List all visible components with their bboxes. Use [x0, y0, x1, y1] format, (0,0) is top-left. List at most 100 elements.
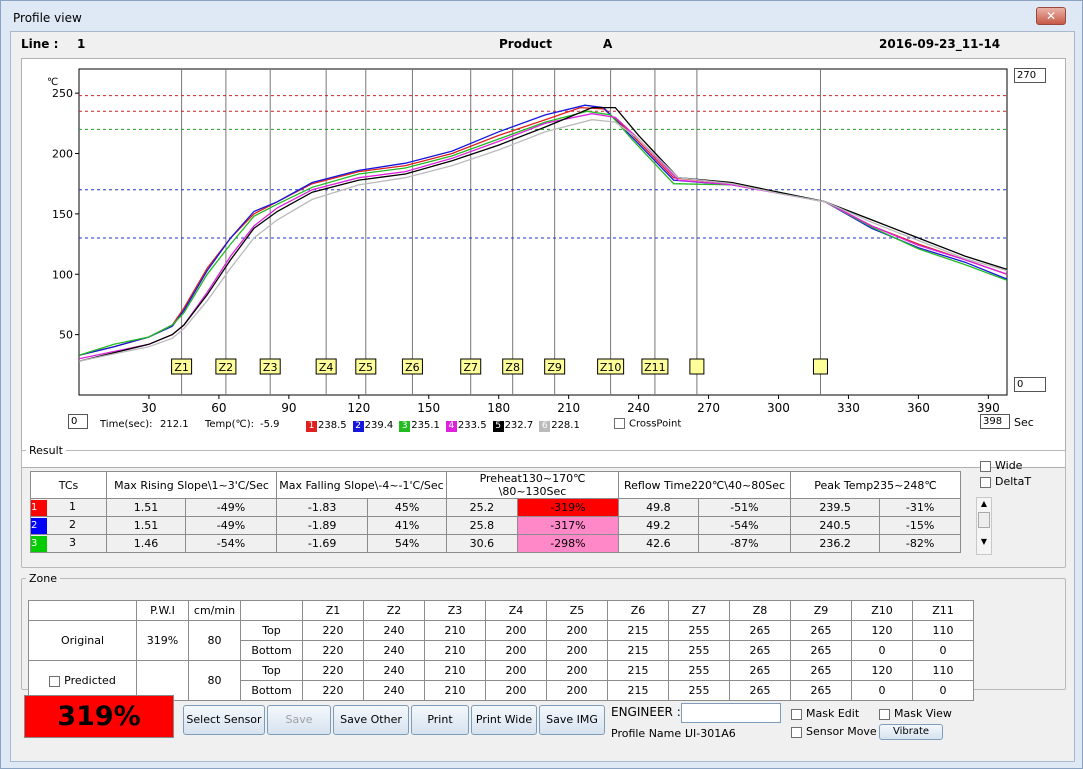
zone-temp-cell[interactable]: 265 — [790, 620, 852, 641]
zone-temp-cell[interactable]: 265 — [729, 640, 791, 661]
save-other-button[interactable]: Save Other — [333, 705, 409, 735]
zone-temp-cell[interactable]: 0 — [851, 640, 913, 661]
zone-temp-cell[interactable]: 220 — [302, 640, 364, 661]
zone-temp-cell[interactable]: 200 — [485, 660, 547, 681]
line-label: Line : — [21, 37, 59, 51]
deltat-toggle[interactable]: DeltaT — [980, 475, 1031, 488]
zone-temp-cell[interactable]: 240 — [363, 660, 425, 681]
profile-chart[interactable]: Z1 Z2 Z3 Z4 Z5 Z6 Z7 Z8 Z9 Z10 Z1130 60 90 120 150 180 2… — [22, 59, 1065, 467]
mask-view-toggle[interactable]: Mask View — [879, 707, 952, 720]
zone-temp-cell[interactable]: 265 — [729, 680, 791, 701]
vibrate-button[interactable]: Vibrate — [879, 724, 943, 740]
scroll-thumb[interactable] — [978, 512, 990, 528]
title-bar: Profile view ✕ — [1, 1, 1082, 31]
mask-view-checkbox[interactable] — [879, 708, 890, 720]
zone-temp-cell[interactable]: 200 — [546, 620, 608, 641]
deltat-checkbox[interactable] — [980, 476, 991, 488]
wide-checkbox[interactable] — [980, 460, 991, 472]
zone-marker-label: Z8 — [505, 361, 520, 374]
zone-temp-cell[interactable]: 265 — [729, 660, 791, 681]
original-speed[interactable]: 80 — [188, 620, 241, 661]
x-max-box[interactable]: 398 — [980, 414, 1010, 429]
y-tick-label: 50 — [59, 329, 73, 342]
profile-chart-panel[interactable]: Z1 Z2 Z3 Z4 Z5 Z6 Z7 Z8 Z9 Z10 Z11 30 60 90 120 150 180 2… — [21, 58, 1066, 468]
zone-temp-cell[interactable]: 210 — [424, 680, 486, 701]
save-img-button[interactable]: Save IMG — [539, 705, 605, 735]
zone-temp-cell[interactable]: 255 — [668, 660, 730, 681]
tc-number: 2 — [69, 517, 76, 531]
zone-temp-cell[interactable]: 265 — [729, 620, 791, 641]
zone-temp-cell[interactable]: 0 — [912, 680, 974, 701]
result-row[interactable]: 1 1 1.51 -49% -1.83 45% 25.2 -319% 49.8 -51% 239.5… — [30, 498, 961, 517]
zone-temp-cell[interactable]: 200 — [485, 680, 547, 701]
result-row[interactable]: 3 3 1.46 -54% -1.69 54% 30.6 -298% 42.6 -87% 236.2… — [30, 534, 961, 553]
result-cell: -82% — [879, 534, 961, 553]
zone-temp-cell[interactable]: 255 — [668, 640, 730, 661]
zone-temp-cell[interactable]: 210 — [424, 620, 486, 641]
tc-legend-swatch: 5 — [492, 421, 504, 432]
zone-temp-cell[interactable]: 265 — [790, 680, 852, 701]
result-cell: -49% — [184, 516, 278, 535]
print-wide-button[interactable]: Print Wide — [471, 705, 537, 735]
y-min-box[interactable]: 0 — [1014, 377, 1046, 392]
zone-temp-cell[interactable]: 200 — [485, 640, 547, 661]
zone-temp-cell[interactable]: 210 — [424, 640, 486, 661]
zone-group: Zone P.W.I cm/min Z1 Z2 Z3 Z4 Z5 Z6 Z7 Z8 Z9 Z10 Z11… — [21, 572, 1066, 701]
zone-temp-cell[interactable]: 240 — [363, 640, 425, 661]
select-sensor-button[interactable]: Select Sensor — [183, 705, 265, 735]
scroll-down-icon[interactable]: ▼ — [977, 530, 991, 554]
zone-temp-cell[interactable]: 240 — [363, 620, 425, 641]
result-row[interactable]: 2 2 1.51 -49% -1.89 41% 25.8 -317% 49.2 -54% 240.5… — [30, 516, 961, 535]
temp-label: Temp(℃): — [205, 419, 255, 430]
predicted-checkbox[interactable] — [49, 675, 61, 687]
y-axis-label: ℃ — [47, 77, 58, 88]
zone-temp-cell[interactable]: 110 — [912, 620, 974, 641]
zone-temp-cell[interactable]: 0 — [851, 680, 913, 701]
sensor-move-toggle[interactable]: Sensor Move — [791, 725, 877, 738]
zone-temp-cell[interactable]: 120 — [851, 660, 913, 681]
zone-temp-cell[interactable]: 0 — [912, 640, 974, 661]
zone-temp-cell[interactable]: 210 — [424, 660, 486, 681]
zone-temp-cell[interactable]: 255 — [668, 620, 730, 641]
zone-temp-cell[interactable]: 255 — [668, 680, 730, 701]
zone-temp-cell[interactable]: 200 — [485, 620, 547, 641]
print-button[interactable]: Print — [411, 705, 469, 735]
zone-temp-cell[interactable]: 110 — [912, 660, 974, 681]
wide-toggle[interactable]: Wide — [980, 459, 1022, 472]
bottom-label: Bottom — [240, 640, 303, 661]
zone-temp-cell[interactable]: 200 — [546, 680, 608, 701]
save-button[interactable]: Save — [267, 705, 331, 735]
zone-temp-cell[interactable]: 215 — [607, 660, 669, 681]
scroll-up-icon[interactable]: ▲ — [977, 498, 991, 510]
x-tick-label: 300 — [767, 401, 790, 415]
crosspoint-checkbox[interactable] — [614, 418, 625, 429]
zone-temp-cell[interactable]: 240 — [363, 680, 425, 701]
predicted-speed[interactable]: 80 — [188, 660, 241, 701]
mask-edit-toggle[interactable]: Mask Edit — [791, 707, 859, 720]
zone-temp-cell[interactable]: 120 — [851, 620, 913, 641]
zone-temp-cell[interactable]: 220 — [302, 680, 364, 701]
crosspoint-toggle[interactable]: CrossPoint — [614, 418, 681, 430]
zone-header-z7: Z7 — [668, 600, 730, 621]
zone-temp-cell[interactable]: 265 — [790, 640, 852, 661]
y-max-box[interactable]: 270 — [1014, 68, 1046, 83]
tc-color-box: 2 — [31, 517, 47, 534]
zone-temp-cell[interactable]: 220 — [302, 660, 364, 681]
zone-temp-cell[interactable]: 220 — [302, 620, 364, 641]
zone-temp-cell[interactable]: 265 — [790, 660, 852, 681]
zone-temp-cell[interactable]: 215 — [607, 640, 669, 661]
zone-temp-cell[interactable]: 215 — [607, 620, 669, 641]
result-scrollbar[interactable]: ▲ ▼ — [976, 497, 992, 555]
mask-edit-checkbox[interactable] — [791, 708, 802, 720]
engineer-input[interactable] — [681, 703, 781, 723]
close-button[interactable]: ✕ — [1036, 7, 1066, 25]
zone-temp-cell[interactable]: 200 — [546, 640, 608, 661]
x-min-box[interactable]: 0 — [68, 414, 88, 429]
zone-temp-cell[interactable]: 200 — [546, 660, 608, 681]
result-cell: -1.69 — [275, 534, 369, 553]
sensor-move-checkbox[interactable] — [791, 726, 802, 738]
time-value: 212.1 — [160, 419, 189, 430]
zone-temp-cell[interactable]: 215 — [607, 680, 669, 701]
tc-legend-item: 1 238.5 — [306, 420, 347, 432]
datetime: 2016-09-23_11-14 — [879, 37, 1001, 51]
